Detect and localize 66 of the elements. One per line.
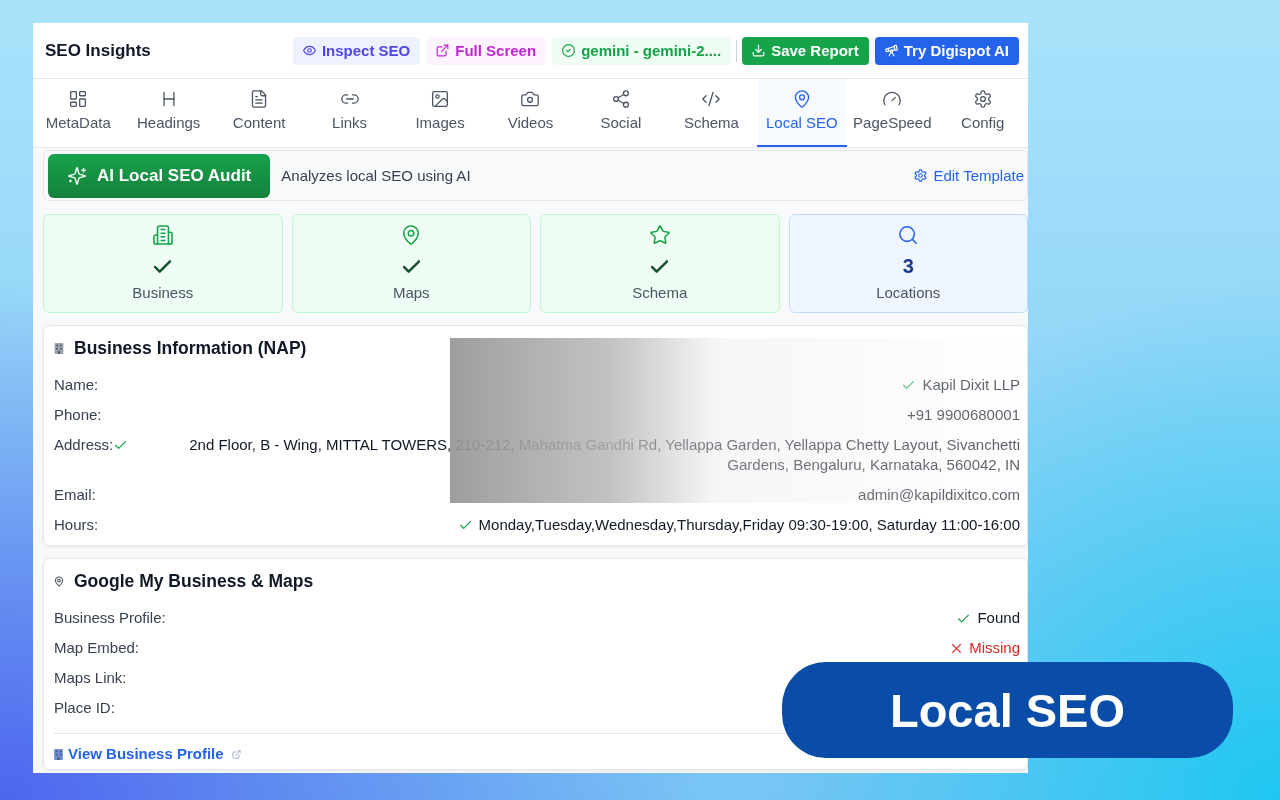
tab[interactable]: Headings bbox=[123, 79, 214, 147]
tab[interactable]: Links bbox=[304, 79, 395, 147]
field-label: Maps Link: bbox=[54, 668, 127, 688]
building-icon bbox=[152, 225, 173, 245]
field-label: Phone: bbox=[54, 405, 102, 425]
field-value: +91 9900680001 bbox=[906, 405, 1020, 425]
check-circle-icon bbox=[562, 44, 576, 57]
tab[interactable]: MetaData bbox=[33, 79, 124, 147]
field-value: admin@kapildixitco.com bbox=[858, 485, 1020, 505]
stat-label: Maps bbox=[392, 284, 430, 302]
section-title: Google My Business & Maps bbox=[74, 570, 314, 592]
building-icon bbox=[54, 748, 63, 760]
tab[interactable]: Schema bbox=[666, 79, 757, 147]
telescope-icon bbox=[884, 44, 898, 57]
tab[interactable]: Images bbox=[394, 79, 486, 147]
field-label: Map Embed: bbox=[54, 638, 140, 658]
field-label: Name: bbox=[54, 375, 99, 395]
building-icon bbox=[54, 342, 64, 354]
gauge-icon bbox=[883, 90, 902, 108]
view-profile-link[interactable]: View Business Profile bbox=[54, 744, 241, 764]
tab[interactable]: Config bbox=[937, 79, 1028, 147]
star-icon bbox=[649, 225, 670, 245]
grid-icon bbox=[69, 90, 88, 108]
settings-icon bbox=[973, 90, 992, 108]
image-icon bbox=[431, 90, 450, 108]
external-link-icon bbox=[436, 44, 450, 57]
sparkles-icon bbox=[68, 166, 86, 185]
fullscreen-button[interactable]: Full Screen bbox=[426, 36, 547, 65]
field-value: Kapil Dixit LLP bbox=[922, 375, 1020, 395]
map-pin-icon bbox=[792, 90, 811, 108]
field-label: Email: bbox=[54, 485, 96, 505]
status-text: Missing bbox=[969, 638, 1020, 658]
map-pin-icon bbox=[401, 225, 422, 245]
title-badge: Local SEO bbox=[782, 662, 1233, 758]
tab[interactable]: Social bbox=[575, 79, 667, 147]
camera-icon bbox=[521, 90, 540, 108]
search-icon bbox=[898, 225, 919, 245]
field-label: Address: bbox=[54, 435, 114, 455]
audit-description: Analyzes local SEO using AI bbox=[281, 167, 471, 184]
tab[interactable]: Content bbox=[213, 79, 305, 147]
ai-audit-button[interactable]: AI Local SEO Audit bbox=[48, 153, 271, 198]
field-label: Hours: bbox=[54, 515, 99, 535]
inspect-button[interactable]: Inspect SEO bbox=[292, 36, 421, 65]
settings-icon bbox=[914, 169, 928, 182]
code-icon bbox=[702, 90, 721, 108]
download-icon bbox=[752, 44, 766, 57]
eye-icon bbox=[302, 44, 316, 57]
app-title: SEO Insights bbox=[45, 40, 151, 61]
share-icon bbox=[611, 90, 630, 108]
edit-template-link[interactable]: Edit Template bbox=[914, 167, 1024, 184]
external-link-icon bbox=[231, 749, 241, 759]
tab[interactable]: Videos bbox=[485, 79, 576, 147]
stat-label: Schema bbox=[632, 284, 688, 302]
tab[interactable]: Local SEO bbox=[756, 79, 848, 147]
stat-label: Business bbox=[132, 284, 194, 302]
document-icon bbox=[250, 90, 269, 108]
status-text: Found bbox=[977, 608, 1020, 628]
field-label: Business Profile: bbox=[54, 608, 166, 628]
section-title: Business Information (NAP) bbox=[74, 337, 307, 359]
try-ai-button[interactable]: Try Digispot AI bbox=[874, 36, 1019, 65]
field-label: Place ID: bbox=[54, 698, 115, 718]
stat-value: 3 bbox=[902, 255, 914, 277]
field-value: Monday,Tuesday,Wednesday,Thursday,Friday 09:30-19:00, Saturday 11:00-16:00 bbox=[478, 515, 1020, 535]
stat-label: Locations bbox=[876, 284, 941, 302]
map-pin-icon bbox=[54, 575, 64, 587]
tab[interactable]: PageSpeed bbox=[847, 79, 938, 147]
